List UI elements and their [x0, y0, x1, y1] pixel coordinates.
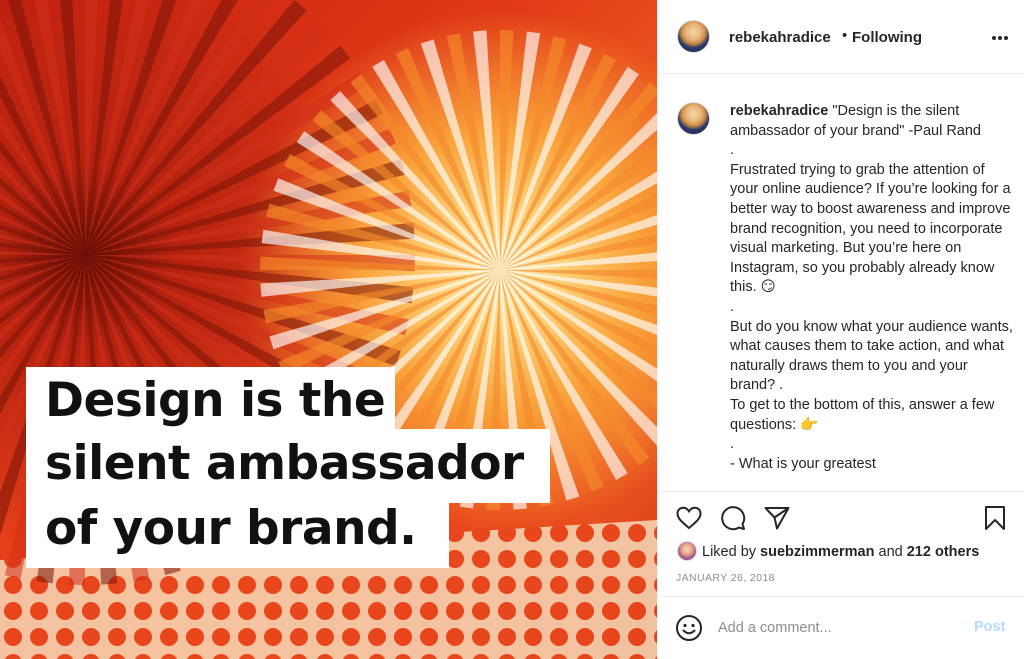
- caption-author-avatar[interactable]: [677, 102, 710, 135]
- likes-middle: and: [874, 544, 907, 560]
- comment-button[interactable]: [719, 504, 747, 532]
- caption-username[interactable]: rebekahradice: [730, 103, 828, 119]
- liker-avatar[interactable]: [677, 541, 697, 561]
- liker-username[interactable]: suebzimmerman: [760, 544, 874, 560]
- save-button[interactable]: [981, 504, 1009, 532]
- caption-text: "Design is the silent ambassador of your…: [730, 103, 1013, 472]
- likes-count[interactable]: 212 others: [907, 544, 980, 560]
- share-button[interactable]: [763, 504, 791, 532]
- more-options-icon[interactable]: [990, 28, 1010, 48]
- post-side-panel: rebekahradice • Following rebekahradice …: [657, 0, 1024, 659]
- likes-prefix: Liked by: [702, 544, 761, 560]
- author-avatar[interactable]: [677, 20, 710, 53]
- smiley-icon[interactable]: [675, 614, 703, 642]
- post-actions: Liked by suebzimmerman and 212 others JA…: [658, 491, 1024, 596]
- fan-ray: [500, 30, 514, 270]
- post-comment-button[interactable]: Post: [974, 619, 1005, 635]
- caption-body: rebekahradice "Design is the silent amba…: [730, 102, 1015, 474]
- post-date[interactable]: JANUARY 26, 2018: [676, 572, 775, 584]
- post-image[interactable]: Design is the silent ambassador of your …: [0, 0, 657, 659]
- paper-plane-icon: [764, 507, 790, 530]
- post-header: rebekahradice • Following: [658, 0, 1024, 74]
- image-caption-line-2: silent ambassador: [45, 436, 524, 491]
- comment-input[interactable]: [718, 617, 958, 639]
- bookmark-icon: [985, 506, 1005, 530]
- heart-icon: [676, 506, 702, 530]
- image-caption-line-3: of your brand.: [45, 501, 417, 556]
- following-button[interactable]: Following: [852, 29, 922, 46]
- image-caption-line-1: Design is the: [45, 373, 386, 428]
- comment-bubble-icon: [721, 506, 746, 531]
- like-button[interactable]: [675, 504, 703, 532]
- fan-ray: [59, 0, 85, 255]
- caption-scroll-area[interactable]: rebekahradice "Design is the silent amba…: [658, 75, 1024, 491]
- header-separator: •: [842, 27, 848, 44]
- author-username[interactable]: rebekahradice: [729, 29, 831, 46]
- likes-summary[interactable]: Liked by suebzimmerman and 212 others: [702, 544, 979, 560]
- add-comment-bar: Post: [658, 596, 1024, 659]
